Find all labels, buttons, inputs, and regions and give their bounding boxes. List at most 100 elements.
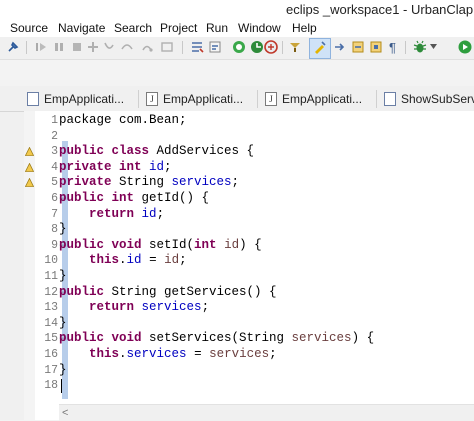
terminate-icon[interactable] xyxy=(70,40,84,54)
code-token: public int xyxy=(59,191,135,205)
editor-tab[interactable]: J EmpApplicati... xyxy=(146,89,243,109)
code-line[interactable]: private int id; xyxy=(59,160,172,176)
code-line[interactable]: public void setId(int id) { xyxy=(59,238,262,254)
step-return-icon[interactable] xyxy=(140,40,154,54)
line-number: 16 xyxy=(44,348,58,361)
code-token: services xyxy=(209,347,270,361)
code-line[interactable]: } xyxy=(59,316,67,332)
horizontal-scrollbar[interactable]: < xyxy=(59,404,474,421)
next-annotation-icon[interactable] xyxy=(333,40,347,54)
code-token: id xyxy=(141,206,157,221)
code-line[interactable]: } xyxy=(59,222,67,238)
debug-icon[interactable] xyxy=(413,40,427,54)
code-line[interactable]: this.id = id; xyxy=(59,253,187,269)
code-token: . xyxy=(119,347,127,361)
code-line[interactable]: this.services = services; xyxy=(59,347,277,363)
drop-frame-icon[interactable] xyxy=(160,40,174,54)
menu-help[interactable]: Help xyxy=(292,20,317,37)
pin-icon[interactable] xyxy=(6,40,20,54)
code-line[interactable]: return services; xyxy=(59,300,209,316)
code-token: id xyxy=(149,159,165,174)
code-token: ; xyxy=(269,347,277,361)
code-token: return xyxy=(89,300,135,315)
menu-window[interactable]: Window xyxy=(238,20,281,37)
title-bar: eclips _workspace1 - UrbanClap xyxy=(0,0,474,20)
warning-icon[interactable] xyxy=(25,147,34,157)
chevron-down-icon[interactable] xyxy=(430,44,437,50)
record-icon[interactable] xyxy=(232,40,246,54)
code-token: = xyxy=(186,347,210,361)
code-token: this xyxy=(89,253,120,268)
skip-breakpoints-icon[interactable] xyxy=(34,40,48,54)
line-number: 9 xyxy=(51,238,58,252)
menu-navigate[interactable]: Navigate xyxy=(58,20,105,37)
line-number: 13 xyxy=(44,301,58,315)
tab-label: ShowSubServi... xyxy=(401,92,474,106)
previous-annotation-icon[interactable] xyxy=(351,40,365,54)
editor-tab[interactable]: ShowSubServi... xyxy=(384,89,474,109)
build-icon[interactable] xyxy=(208,40,222,54)
code-token: services xyxy=(291,331,352,346)
code-line[interactable]: public void setServices(String services)… xyxy=(59,331,374,347)
task-icon[interactable] xyxy=(288,40,302,54)
java-file-icon: J xyxy=(146,91,158,106)
toolbar-separator xyxy=(282,41,283,54)
code-line[interactable]: private String services; xyxy=(59,175,239,191)
editor-tab-bar: EmpApplicati... J EmpApplicati... J EmpApp… xyxy=(0,86,474,112)
code-line[interactable]: public int getId() { xyxy=(59,191,209,207)
code-token: id xyxy=(164,253,180,268)
code-line[interactable]: public class AddServices { xyxy=(59,144,254,160)
code-line[interactable]: public String getServices() { xyxy=(59,285,277,301)
tab-label: EmpApplicati... xyxy=(282,92,363,106)
line-number: 12 xyxy=(44,285,58,299)
code-token: String getServices() { xyxy=(104,284,277,299)
editor-tab[interactable]: EmpApplicati... xyxy=(27,89,124,109)
text-caret xyxy=(61,379,62,393)
run-icon[interactable] xyxy=(458,40,472,54)
code-line[interactable]: } xyxy=(59,269,67,285)
menu-search[interactable]: Search xyxy=(114,20,152,37)
show-whitespace-icon[interactable]: ¶ xyxy=(387,40,401,54)
toggle-block-icon[interactable] xyxy=(369,40,383,54)
code-token: ; xyxy=(164,159,172,174)
menu-project[interactable]: Project xyxy=(160,20,197,37)
mark-occurrences-icon[interactable] xyxy=(313,40,327,54)
line-number: 17 xyxy=(44,363,58,377)
warning-icon[interactable] xyxy=(25,162,34,172)
code-token: public xyxy=(59,284,105,299)
plugin-icon[interactable] xyxy=(250,40,264,54)
menu-source[interactable]: Source xyxy=(10,20,48,37)
step-over-icon[interactable] xyxy=(120,40,134,54)
code-token: this xyxy=(89,347,120,361)
window-title: eclips _workspace1 - UrbanClap xyxy=(286,2,474,17)
java-file-icon: J xyxy=(265,91,277,106)
disconnect-icon[interactable] xyxy=(86,40,100,54)
code-token: } xyxy=(59,222,67,237)
code-token: public void xyxy=(59,331,142,346)
code-line[interactable]: } xyxy=(59,363,67,379)
add-breakpoint-icon[interactable] xyxy=(264,40,278,54)
resume-icon[interactable] xyxy=(52,40,66,54)
code-token: } xyxy=(59,269,67,283)
overview-ruler xyxy=(24,111,35,420)
line-number: 11 xyxy=(44,270,58,283)
warning-icon[interactable] xyxy=(25,178,34,188)
menu-run[interactable]: Run xyxy=(206,20,228,37)
scroll-left-arrow[interactable]: < xyxy=(62,405,68,421)
code-token: services xyxy=(171,175,232,190)
code-token: } xyxy=(59,315,67,330)
line-number: 2 xyxy=(51,129,58,143)
code-line[interactable]: return id; xyxy=(59,207,164,223)
code-line[interactable]: package com.Bean; xyxy=(59,113,187,129)
tab-separator xyxy=(138,90,139,108)
menu-bar: Source Navigate Search Project Run Windo… xyxy=(0,20,474,37)
toolbar-separator xyxy=(182,41,183,54)
use-step-filters-icon[interactable] xyxy=(190,40,204,54)
editor-tab[interactable]: J EmpApplicati... xyxy=(265,89,362,109)
code-editor[interactable]: 1 2 3 4 5 6 7 8 9 10 11 12 13 14 15 16 17 18 ⊖ ⊖ ⊖ ⊖ package … xyxy=(24,111,474,421)
tab-separator xyxy=(376,90,377,108)
step-into-icon[interactable] xyxy=(102,40,116,54)
